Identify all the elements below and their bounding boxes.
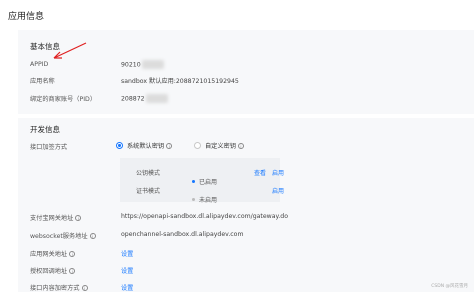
annotation-arrow-icon (53, 42, 87, 59)
watermark: CSDN @风花雪月 (431, 284, 468, 289)
